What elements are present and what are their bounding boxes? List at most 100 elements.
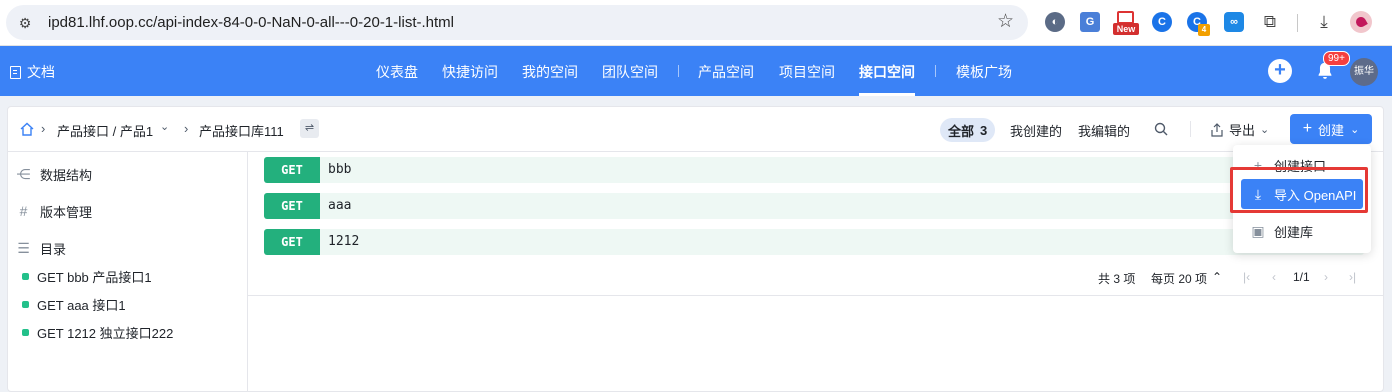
list-toolbar: › 产品接口 / 产品1 ⌄ › 产品接口库111 ⇌ 全部 3 我创建的 我编… — [7, 106, 1384, 152]
get-method-dot — [22, 329, 29, 336]
hash-icon: # — [19, 203, 28, 219]
home-icon[interactable] — [19, 121, 35, 137]
tree-item-label: GET bbb 产品接口1 — [37, 270, 152, 285]
method-badge: GET — [264, 193, 320, 219]
import-icon: ⤓ — [1254, 186, 1262, 202]
nav-template-square[interactable]: 模板广场 — [956, 62, 1012, 82]
add-circle-icon[interactable]: + — [1268, 59, 1292, 83]
list-icon: ☰ — [17, 240, 30, 256]
sidebar-item-label: 数据结构 — [40, 168, 93, 183]
browser-toolbar: ⚙ ipd81.lhf.oop.cc/api-index-84-0-0-NaN-… — [0, 0, 1392, 46]
get-method-dot — [22, 273, 29, 280]
nav-project-space[interactable]: 项目空间 — [779, 62, 835, 82]
page-indicator: 1/1 — [1293, 270, 1310, 284]
sidebar-item-label: 版本管理 — [40, 205, 93, 220]
sidebar-item-catalog[interactable]: ☰ 目录 — [16, 239, 66, 258]
api-path: aaa — [328, 198, 352, 213]
nav-my-space[interactable]: 我的空间 — [522, 62, 578, 82]
filter-all-count: 3 — [980, 122, 988, 138]
chevron-down-icon: ⌄ — [1350, 123, 1360, 136]
export-label: 导出 — [1229, 123, 1256, 138]
breadcrumb-library[interactable]: 产品接口库111 — [199, 121, 284, 140]
export-button[interactable]: 导出 ⌄ — [1210, 120, 1269, 139]
extension-4-icon[interactable]: C — [1152, 12, 1172, 32]
plus-icon: + — [1253, 157, 1263, 173]
chevron-up-icon[interactable]: ⌃ — [1212, 270, 1222, 284]
brand-label: 文档 — [27, 64, 55, 80]
api-row[interactable]: GET 1212 — [264, 229, 1364, 255]
toolbar-divider — [1297, 14, 1298, 32]
api-path: bbb — [328, 162, 352, 177]
export-icon — [1211, 122, 1223, 137]
create-button[interactable]: + 创建 ⌄ — [1290, 114, 1372, 144]
tree-item[interactable]: GET bbb 产品接口1 — [22, 267, 152, 286]
search-icon[interactable] — [1153, 121, 1169, 137]
sidebar-item-label: 目录 — [40, 242, 67, 257]
page-size-select[interactable]: 每页 20 项 — [1151, 270, 1207, 287]
site-info-icon[interactable]: ⚙ — [16, 14, 34, 32]
extensions-puzzle-icon[interactable]: ⧉ — [1259, 11, 1281, 33]
menu-item-import-openapi[interactable]: ⤓ 导入 OpenAPI — [1241, 179, 1363, 209]
tree-item-label: GET aaa 接口1 — [37, 298, 126, 313]
extension-6-icon[interactable]: ∞ — [1224, 12, 1244, 32]
translate-extension-icon[interactable]: G — [1080, 12, 1100, 32]
share-nodes-icon: ⋲ — [16, 166, 31, 182]
menu-item-create-api[interactable]: + 创建接口 — [1233, 150, 1371, 180]
library-icon: ▣ — [1251, 223, 1265, 239]
sidebar-item-data-structure[interactable]: ⋲ 数据结构 — [16, 165, 93, 184]
create-dropdown-menu: + 创建接口 ⤓ 导入 OpenAPI ▣ 创建库 — [1233, 145, 1371, 253]
switch-library-icon[interactable]: ⇌ — [300, 119, 319, 138]
app-header: 文档 仪表盘 快捷访问 我的空间 团队空间 产品空间 项目空间 接口空间 模板广… — [0, 46, 1392, 96]
menu-item-label: 创建库 — [1274, 224, 1314, 240]
chevron-right-icon: › — [184, 121, 189, 136]
brand[interactable]: 文档 — [10, 62, 55, 82]
breadcrumb-product[interactable]: 产品接口 / 产品1 — [57, 121, 153, 140]
chevron-right-icon: › — [41, 121, 46, 136]
api-path: 1212 — [328, 234, 360, 249]
profile-avatar-icon[interactable] — [1350, 11, 1372, 33]
filter-all[interactable]: 全部 3 — [940, 118, 996, 142]
nav-team-space[interactable]: 团队空间 — [602, 62, 658, 82]
url-text[interactable]: ipd81.lhf.oop.cc/api-index-84-0-0-NaN-0-… — [48, 14, 454, 32]
menu-item-create-library[interactable]: ▣ 创建库 — [1233, 216, 1371, 246]
extension-1-icon[interactable]: ◐ — [1045, 12, 1065, 32]
list-divider — [248, 295, 1384, 296]
bookmark-star-icon[interactable]: ☆ — [997, 12, 1014, 32]
tree-item-label: GET 1212 独立接口222 — [37, 326, 174, 341]
new-extension-icon[interactable]: New — [1113, 11, 1139, 35]
method-badge: GET — [264, 157, 320, 183]
last-page-icon[interactable]: ›| — [1349, 270, 1356, 284]
tree-item[interactable]: GET 1212 独立接口222 — [22, 323, 173, 342]
get-method-dot — [22, 301, 29, 308]
nav-dashboard[interactable]: 仪表盘 — [376, 62, 418, 82]
nav-product-space[interactable]: 产品空间 — [698, 62, 754, 82]
menu-item-label: 创建接口 — [1274, 158, 1327, 174]
toolbar-divider — [1190, 121, 1191, 137]
nav-divider — [935, 65, 936, 77]
notification-badge: 99+ — [1323, 51, 1350, 66]
chevron-down-icon: ⌄ — [1260, 124, 1270, 136]
nav-api-space[interactable]: 接口空间 — [859, 62, 915, 96]
filter-edited-by-me[interactable]: 我编辑的 — [1078, 121, 1130, 140]
user-avatar[interactable]: 振华 — [1350, 58, 1378, 86]
filter-created-by-me[interactable]: 我创建的 — [1010, 121, 1062, 140]
nav-quick-access[interactable]: 快捷访问 — [442, 62, 498, 82]
first-page-icon[interactable]: |‹ — [1243, 270, 1250, 284]
api-row[interactable]: GET bbb — [264, 157, 1364, 183]
api-row[interactable]: GET aaa — [264, 193, 1364, 219]
create-label: 创建 — [1318, 122, 1345, 138]
document-icon — [10, 65, 21, 79]
filter-all-label: 全部 — [948, 123, 975, 139]
extension-badge: 4 — [1198, 24, 1210, 36]
address-bar[interactable]: ⚙ ipd81.lhf.oop.cc/api-index-84-0-0-NaN-… — [6, 5, 1028, 40]
chevron-down-icon[interactable]: ⌄ — [160, 120, 169, 133]
sidebar: ⋲ 数据结构 # 版本管理 ☰ 目录 GET bbb 产品接口1 GET aaa… — [8, 152, 248, 392]
pagination-total: 共 3 项 — [1098, 272, 1136, 286]
tree-item[interactable]: GET aaa 接口1 — [22, 295, 126, 314]
download-icon[interactable]: ⤓ — [1313, 11, 1335, 33]
next-page-icon[interactable]: › — [1324, 270, 1328, 284]
prev-page-icon[interactable]: ‹ — [1272, 270, 1276, 284]
sidebar-item-version[interactable]: # 版本管理 — [16, 202, 92, 221]
plus-icon: + — [1302, 120, 1313, 137]
nav-divider — [678, 65, 679, 77]
